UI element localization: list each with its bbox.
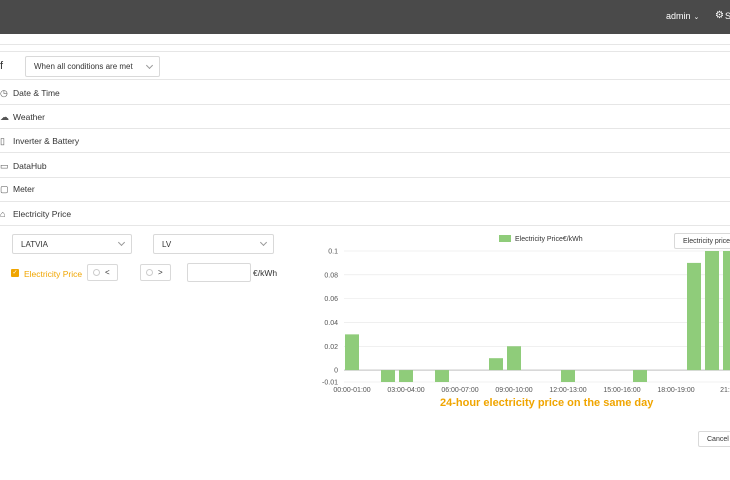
divider [0,104,730,105]
price-bar [345,334,359,371]
price-unit: €/kWh [253,268,278,278]
chevron-down-icon [259,238,268,247]
y-tick-label: 0.08 [324,272,338,279]
zone-select[interactable]: LV [153,234,274,254]
category-date-time[interactable]: ◷ Date & Time [0,88,60,99]
category-weather[interactable]: ☁ Weather [0,112,45,123]
price-bar [507,346,521,371]
divider [0,225,730,226]
y-tick-label: 0.1 [328,249,338,256]
category-label: Weather [13,112,45,122]
cancel-button[interactable]: Cancel [698,431,730,447]
folder-icon: ▭ [0,161,9,171]
divider [0,177,730,178]
category-electricity-price[interactable]: ⌂ Electricity Price [0,209,71,219]
condition-mode-select[interactable]: When all conditions are met [25,56,160,77]
x-tick-label: 12:00-13:00 [549,387,586,394]
chevron-down-icon [145,61,154,70]
electricity-price-checkbox[interactable]: ✓ [11,269,19,277]
x-tick-label: 03:00-04:00 [387,387,424,394]
price-bar [687,262,701,371]
cloud-icon: ☁ [0,112,9,122]
price-bar [489,358,503,371]
greater-than-option[interactable]: > [140,264,171,281]
category-datahub[interactable]: ▭ DataHub [0,161,47,172]
category-label: Inverter & Battery [13,136,80,146]
condition-mode-value: When all conditions are met [34,62,133,71]
price-bar [723,251,730,371]
electricity-price-checkbox-label[interactable]: Electricity Price [24,269,82,279]
battery-icon: ▯ [0,136,5,146]
price-threshold-input[interactable] [187,263,251,282]
settings-label[interactable]: S [725,11,730,21]
country-select[interactable]: LATVIA [12,234,132,254]
meter-icon: ▢ [0,184,9,194]
divider [0,51,730,52]
greater-than-symbol: > [158,268,163,277]
chevron-down-icon: ⌄ [693,14,700,21]
condition-prefix: f [0,60,4,72]
y-tick-label: 0.02 [324,344,338,351]
clock-icon: ◷ [0,88,8,98]
x-tick-label: 09:00-10:00 [495,387,532,394]
divider [0,44,730,45]
zone-value: LV [162,240,172,249]
x-tick-label: 06:00-07:00 [441,387,478,394]
top-bar: admin ⌄ ⚙ S [0,0,730,34]
x-tick-label: 21:00- [720,387,730,394]
username: admin [666,11,691,21]
category-label: Electricity Price [13,209,72,219]
price-bar [435,370,449,382]
divider [0,128,730,129]
y-tick-label: 0.04 [324,320,338,327]
less-than-symbol: < [105,268,110,277]
y-tick-label: 0.06 [324,296,338,303]
divider [0,152,730,153]
chevron-down-icon [117,238,126,247]
price-bar [381,370,395,382]
gear-icon[interactable]: ⚙ [715,10,724,21]
y-tick-label: 0 [334,368,338,375]
less-than-radio[interactable] [93,269,100,276]
price-bar [399,370,413,382]
greater-than-radio[interactable] [146,269,153,276]
category-inverter-battery[interactable]: ▯ Inverter & Battery [0,136,79,147]
divider [0,201,730,202]
price-bar [561,370,575,382]
category-label: Date & Time [13,88,60,98]
x-tick-label: 00:00-01:00 [333,387,370,394]
price-icon: ⌂ [0,209,6,219]
less-than-option[interactable]: < [87,264,118,281]
chart-title: 24-hour electricity price on the same da… [440,397,654,409]
price-bar [705,251,719,371]
user-menu[interactable]: admin ⌄ [666,11,699,21]
x-tick-label: 15:00-16:00 [603,387,640,394]
divider [0,79,730,80]
category-meter[interactable]: ▢ Meter [0,184,35,195]
y-tick-label: -0.01 [322,380,338,387]
price-bar [633,370,647,382]
x-tick-label: 18:00-19:00 [657,387,694,394]
category-label: DataHub [13,161,47,171]
category-label: Meter [13,184,35,194]
country-value: LATVIA [21,240,48,249]
